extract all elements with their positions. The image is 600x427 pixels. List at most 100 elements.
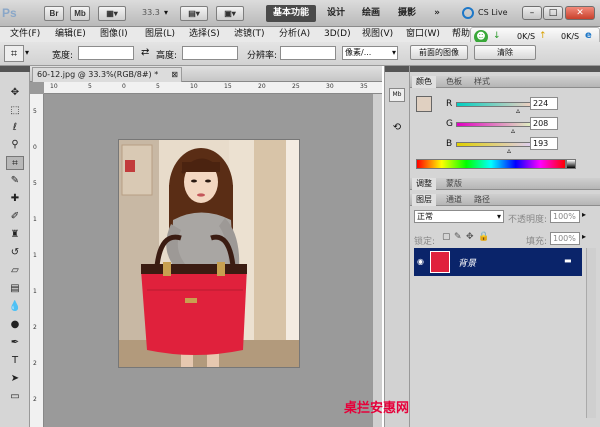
gradient-tool-icon[interactable]: ▤: [6, 282, 24, 296]
menu-filter[interactable]: 滤镜(T): [234, 27, 265, 42]
screen-mode-button[interactable]: ▣▾: [216, 6, 244, 21]
tab-layers[interactable]: 图层: [412, 194, 436, 206]
menu-select[interactable]: 选择(S): [189, 27, 220, 42]
tab-adjustments[interactable]: 调整: [412, 178, 436, 190]
g-slider[interactable]: [456, 122, 536, 127]
tab-masks[interactable]: 蒙版: [442, 178, 466, 190]
tab-swatches[interactable]: 色板: [442, 76, 466, 88]
dock-header[interactable]: [385, 66, 409, 72]
b-slider[interactable]: [456, 142, 536, 147]
swap-dimensions-icon[interactable]: ⇄: [141, 47, 149, 58]
menu-file[interactable]: 文件(F): [10, 27, 40, 42]
zoom-level[interactable]: 33.3: [142, 8, 160, 17]
clone-stamp-tool-icon[interactable]: ♜: [6, 228, 24, 242]
image-canvas[interactable]: [118, 139, 300, 368]
foreground-color-swatch[interactable]: [416, 96, 432, 112]
brush-tool-icon[interactable]: ✐: [6, 210, 24, 224]
menu-analysis[interactable]: 分析(A): [279, 27, 310, 42]
crop-tool-preset-icon[interactable]: ⌗: [4, 45, 24, 62]
menu-edit[interactable]: 编辑(E): [55, 27, 86, 42]
blend-mode-select[interactable]: 正常 ▾: [414, 210, 504, 223]
r-slider[interactable]: [456, 102, 536, 107]
menu-help[interactable]: 帮助: [452, 27, 470, 42]
b-slider-handle[interactable]: ▵: [507, 146, 511, 155]
toolbox-header[interactable]: [0, 66, 30, 72]
fill-dropdown-icon[interactable]: ▸: [582, 232, 586, 241]
move-tool-icon[interactable]: ✥: [6, 86, 24, 100]
visibility-eye-icon[interactable]: ◉: [417, 257, 424, 266]
lock-position-icon[interactable]: ✥: [466, 232, 474, 242]
black-white-ramp[interactable]: [566, 159, 576, 169]
pen-tool-icon[interactable]: ✒: [6, 336, 24, 350]
workspace-photography[interactable]: 摄影: [394, 5, 420, 22]
r-value-input[interactable]: 224: [530, 97, 558, 110]
clear-button[interactable]: 清除: [474, 45, 536, 60]
workspace-design[interactable]: 设计: [323, 5, 349, 22]
healing-brush-tool-icon[interactable]: ✚: [6, 192, 24, 206]
workspace-essentials[interactable]: 基本功能: [266, 5, 316, 22]
lock-transparency-icon[interactable]: ▢: [442, 232, 451, 242]
type-tool-icon[interactable]: T: [6, 354, 24, 368]
zoom-dropdown-icon[interactable]: ▾: [164, 8, 168, 17]
bridge-button[interactable]: Br: [44, 6, 64, 21]
vertical-ruler[interactable]: 5 0 5 1 1 1 2 2 2: [30, 94, 44, 427]
history-panel-icon[interactable]: ⟲: [389, 122, 405, 136]
b-value-input[interactable]: 193: [530, 137, 558, 150]
minimize-button[interactable]: –: [522, 6, 542, 20]
menu-layer[interactable]: 图层(L): [145, 27, 175, 42]
blend-mode-value: 正常: [417, 212, 433, 221]
width-input[interactable]: [78, 46, 134, 60]
fill-input[interactable]: 100%: [550, 232, 580, 245]
shape-tool-icon[interactable]: ▭: [6, 390, 24, 404]
dodge-tool-icon[interactable]: ●: [6, 318, 24, 332]
close-tab-icon[interactable]: ⊠: [171, 68, 178, 82]
blur-tool-icon[interactable]: 💧: [6, 300, 24, 314]
more-workspaces-button[interactable]: »: [428, 5, 446, 22]
height-input[interactable]: [182, 46, 238, 60]
panels-header[interactable]: [410, 66, 600, 72]
view-extras-button[interactable]: ▦▾: [98, 6, 126, 21]
resolution-input[interactable]: [280, 46, 336, 60]
crop-tool-icon[interactable]: ⌗: [6, 156, 24, 170]
tab-styles[interactable]: 样式: [470, 76, 494, 88]
path-selection-tool-icon[interactable]: ➤: [6, 372, 24, 386]
workspace-painting[interactable]: 绘画: [358, 5, 384, 22]
layers-scrollbar[interactable]: [586, 248, 596, 418]
lock-pixels-icon[interactable]: ✎: [454, 232, 462, 242]
horizontal-ruler[interactable]: 10 5 0 5 10 15 20 25 30 35: [44, 82, 382, 94]
arrange-documents-button[interactable]: ▤▾: [180, 6, 208, 21]
front-image-button[interactable]: 前面的图像: [410, 45, 468, 60]
g-value-input[interactable]: 208: [530, 117, 558, 130]
layer-row-background[interactable]: ◉ 背景 ▬: [414, 248, 582, 276]
tab-paths[interactable]: 路径: [470, 194, 494, 206]
menu-image[interactable]: 图像(I): [100, 27, 128, 42]
history-brush-tool-icon[interactable]: ↺: [6, 246, 24, 260]
close-button[interactable]: ✕: [565, 6, 595, 20]
marquee-tool-icon[interactable]: ⬚: [6, 104, 24, 118]
document-tab[interactable]: 60-12.jpg @ 33.3%(RGB/8#) * ⊠: [32, 67, 182, 82]
tab-color[interactable]: 颜色: [412, 76, 436, 88]
color-spectrum-bar[interactable]: [416, 159, 566, 169]
eraser-tool-icon[interactable]: ▱: [6, 264, 24, 278]
g-slider-handle[interactable]: ▵: [511, 126, 515, 135]
cs-live-label[interactable]: CS Live: [478, 8, 508, 17]
quick-selection-tool-icon[interactable]: ⚲: [6, 138, 24, 152]
lock-all-icon[interactable]: 🔒: [478, 232, 489, 242]
opacity-input[interactable]: 100%: [550, 210, 580, 223]
eyedropper-tool-icon[interactable]: ✎: [6, 174, 24, 188]
tab-channels[interactable]: 通道: [442, 194, 466, 206]
resolution-unit-select[interactable]: 像素/... ▾: [342, 46, 398, 60]
menu-window[interactable]: 窗口(W): [406, 27, 440, 42]
opacity-dropdown-icon[interactable]: ▸: [582, 210, 586, 219]
lasso-tool-icon[interactable]: ℓ: [6, 121, 24, 135]
menu-3d[interactable]: 3D(D): [324, 27, 351, 42]
r-slider-handle[interactable]: ▵: [516, 106, 520, 115]
cs-live-icon[interactable]: [462, 7, 474, 19]
vertical-scrollbar[interactable]: [372, 94, 382, 427]
mini-bridge-button[interactable]: Mb: [70, 6, 90, 21]
preset-dropdown-icon[interactable]: ▾: [25, 48, 29, 57]
menu-view[interactable]: 视图(V): [362, 27, 393, 42]
layer-name[interactable]: 背景: [458, 256, 476, 269]
mini-bridge-panel-icon[interactable]: Mb: [389, 88, 405, 102]
maximize-button[interactable]: □: [543, 6, 563, 20]
